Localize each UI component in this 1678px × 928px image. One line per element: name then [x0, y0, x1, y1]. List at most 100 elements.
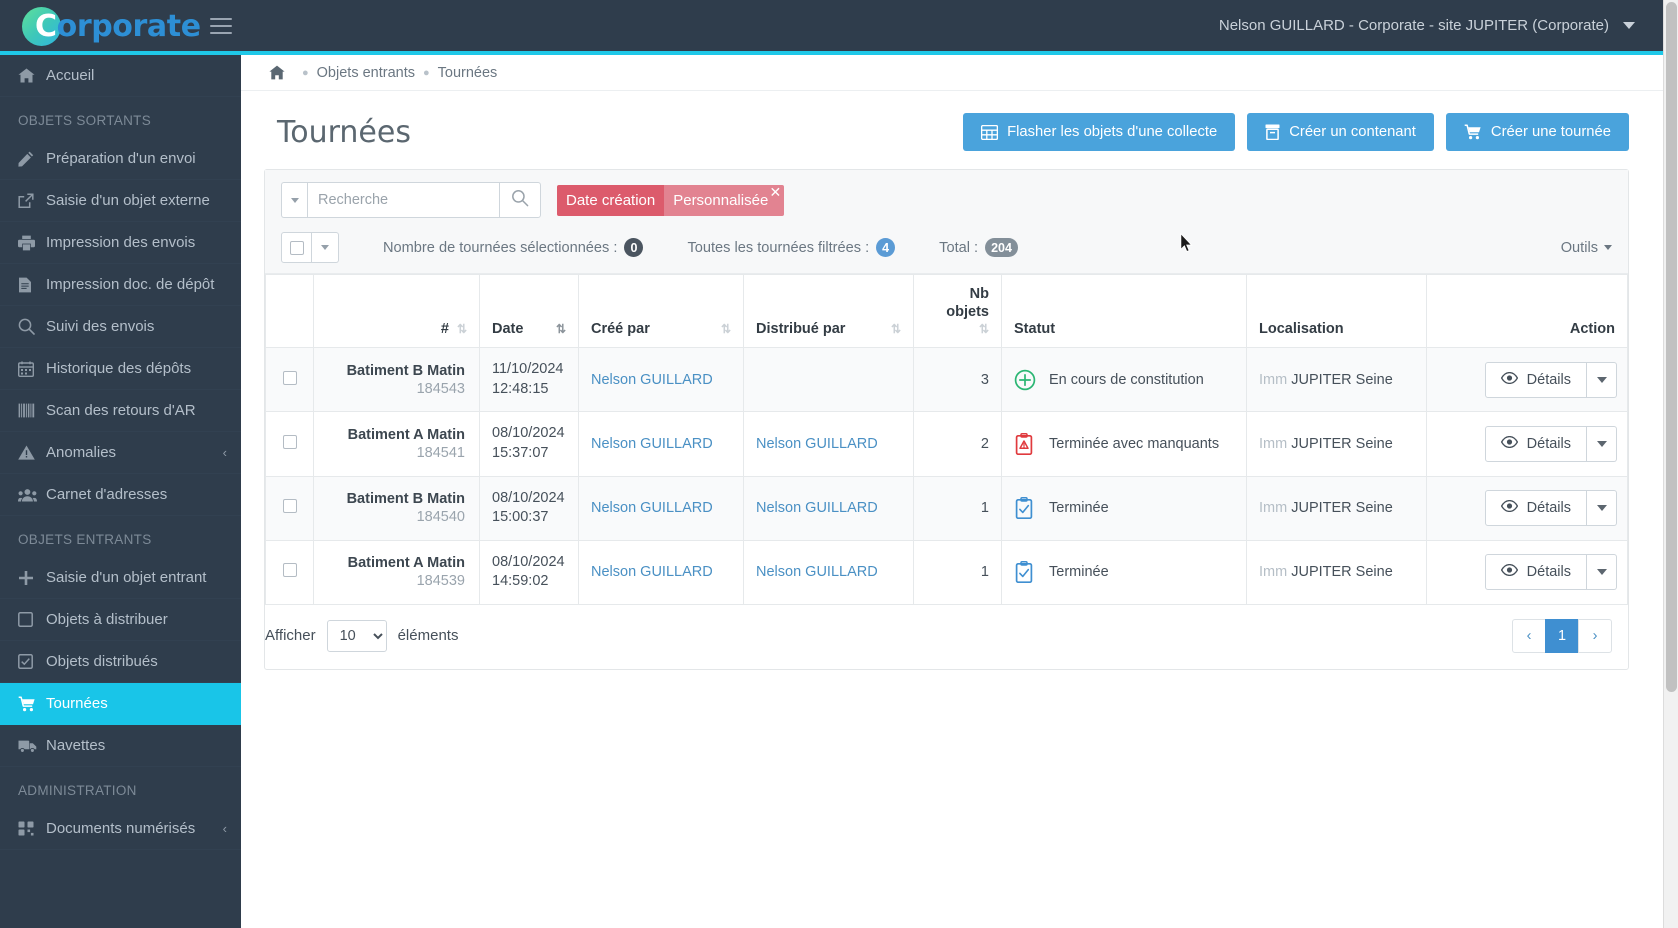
- sidebar-item-carnet-d-adresses[interactable]: Carnet d'adresses: [0, 474, 241, 516]
- sidebar-item-anomalies[interactable]: Anomalies ‹: [0, 432, 241, 474]
- sidebar-item-label: Documents numérisés: [46, 820, 196, 837]
- chevron-left-icon[interactable]: ‹: [223, 445, 227, 460]
- create-tournee-button[interactable]: Créer une tournée: [1445, 113, 1629, 151]
- hamburger-icon[interactable]: [210, 17, 232, 34]
- row-distribue-par-link[interactable]: Nelson GUILLARD: [756, 500, 878, 516]
- details-dropdown-button[interactable]: [1587, 490, 1617, 527]
- row-action-cell: Détails: [1426, 411, 1628, 477]
- pagination-page-1[interactable]: 1: [1545, 618, 1579, 653]
- page-scrollbar[interactable]: [1663, 0, 1678, 928]
- user-account-label[interactable]: Nelson GUILLARD - Corporate - site JUPIT…: [1219, 17, 1609, 34]
- row-checkbox[interactable]: [282, 434, 297, 449]
- row-cree-par-link[interactable]: Nelson GUILLARD: [591, 564, 713, 580]
- sidebar-item-objets-distribuer[interactable]: Objets à distribuer: [0, 599, 241, 641]
- cart-icon: [18, 695, 42, 712]
- col-date-label: Date: [492, 321, 524, 338]
- sort-num-icon[interactable]: ⇅: [457, 323, 467, 335]
- row-statut-label: Terminée: [1049, 500, 1109, 517]
- sidebar-item-impression-doc-de-d-p-t[interactable]: Impression doc. de dépôt: [0, 264, 241, 306]
- sidebar-item-pr-paration-d-un-envoi[interactable]: Préparation d'un envoi: [0, 138, 241, 180]
- sort-nb-objets-icon[interactable]: ⇅: [979, 323, 989, 335]
- sidebar-item-saisie-d-un-objet-entrant[interactable]: Saisie d'un objet entrant: [0, 557, 241, 599]
- table-footer: Afficher 102550100 éléments ‹ 1 ›: [265, 605, 1628, 669]
- details-button[interactable]: Détails: [1484, 361, 1587, 398]
- row-distribue-par-link[interactable]: Nelson GUILLARD: [756, 564, 878, 580]
- search-button[interactable]: [499, 182, 541, 218]
- create-container-button[interactable]: Créer un contenant: [1247, 113, 1434, 151]
- panel-toolbar: Date création Personnalisée ✕: [265, 170, 1628, 274]
- row-cree-par-link[interactable]: Nelson GUILLARD: [591, 500, 713, 516]
- sidebar-item-saisie-d-un-objet-externe[interactable]: Saisie d'un objet externe: [0, 180, 241, 222]
- chevron-left-icon[interactable]: ‹: [223, 821, 227, 836]
- filter-tag-key: Date création: [557, 184, 665, 216]
- select-all-checkbox[interactable]: [281, 232, 312, 263]
- table-row[interactable]: Batiment A Matin 184539 08/10/2024 14:59:02…: [265, 539, 1628, 605]
- select-all-dropdown[interactable]: [312, 232, 339, 263]
- sort-cree-par-icon[interactable]: ⇅: [721, 323, 731, 335]
- pagination-prev[interactable]: ‹: [1512, 618, 1546, 653]
- row-statut-cell: En cours de constitution: [1001, 347, 1247, 413]
- row-checkbox[interactable]: [282, 563, 297, 578]
- col-nb-objets-label: Nb objets: [946, 286, 989, 321]
- search-input[interactable]: [307, 182, 499, 218]
- row-checkbox-cell: [265, 347, 314, 413]
- active-filter-tag[interactable]: Date création Personnalisée ✕: [557, 184, 785, 216]
- page-size-select[interactable]: 102550100: [326, 619, 387, 652]
- breadcrumb-item-1[interactable]: Tournées: [438, 65, 498, 81]
- home-icon[interactable]: [269, 65, 285, 80]
- row-distribue-par-cell: Nelson GUILLARD: [743, 539, 914, 605]
- details-dropdown-button[interactable]: [1587, 361, 1617, 398]
- sidebar-item-label: Navettes: [46, 737, 106, 754]
- sidebar-item-scan-des-retours-d-ar[interactable]: Scan des retours d'AR: [0, 390, 241, 432]
- details-dropdown-button[interactable]: [1587, 554, 1617, 591]
- sidebar-item-suivi-des-envois[interactable]: Suivi des envois: [0, 306, 241, 348]
- scrollbar-thumb[interactable]: [1666, 2, 1677, 692]
- details-button-label: Détails: [1526, 500, 1571, 517]
- table-row[interactable]: Batiment B Matin 184540 08/10/2024 15:00:37…: [265, 475, 1628, 541]
- sidebar-item-documents-num-ris-s[interactable]: Documents numérisés ‹: [0, 808, 241, 850]
- page-header-actions: Flasher les objets d'une collecte Créer …: [963, 113, 1629, 151]
- row-date-cell: 11/10/2024 12:48:15: [479, 347, 579, 413]
- flash-collecte-button[interactable]: Flasher les objets d'une collecte: [963, 113, 1236, 151]
- sidebar-item-objets-distribu-s[interactable]: Objets distribués: [0, 641, 241, 683]
- row-distribue-par-link[interactable]: Nelson GUILLARD: [756, 436, 878, 452]
- row-name: Batiment B Matin: [346, 491, 465, 508]
- details-dropdown-button[interactable]: [1587, 425, 1617, 462]
- sidebar-item-navettes[interactable]: Navettes: [0, 725, 241, 767]
- sidebar-item-label: Saisie d'un objet externe: [46, 192, 210, 209]
- corporate-logo[interactable]: Corporate: [22, 4, 201, 48]
- chevron-down-icon[interactable]: [1623, 22, 1635, 29]
- col-num-label: #: [440, 321, 449, 338]
- row-checkbox[interactable]: [282, 499, 297, 514]
- table-row[interactable]: Batiment A Matin 184541 08/10/2024 15:37:07…: [265, 411, 1628, 477]
- sidebar-item-historique-des-d-p-ts[interactable]: Historique des dépôts: [0, 348, 241, 390]
- close-icon[interactable]: ✕: [770, 185, 782, 199]
- row-cree-par-link[interactable]: Nelson GUILLARD: [591, 436, 713, 452]
- row-cree-par-link[interactable]: Nelson GUILLARD: [591, 372, 713, 388]
- row-time: 15:37:07: [492, 444, 549, 461]
- sort-distribue-par-icon[interactable]: ⇅: [891, 323, 901, 335]
- details-button[interactable]: Détails: [1484, 554, 1587, 591]
- clipboard-check-icon: [1014, 497, 1036, 520]
- row-statut-label: Terminée avec manquants: [1049, 435, 1220, 452]
- sidebar-item-impression-des-envois[interactable]: Impression des envois: [0, 222, 241, 264]
- square-icon: [18, 612, 42, 627]
- pagination-next[interactable]: ›: [1578, 618, 1612, 653]
- sidebar-item-accueil[interactable]: Accueil: [0, 55, 241, 97]
- table-row[interactable]: Batiment B Matin 184543 11/10/2024 12:48:15…: [265, 347, 1628, 413]
- col-localisation-label: Localisation: [1259, 321, 1344, 338]
- sidebar-item-tourn-es[interactable]: Tournées: [0, 683, 241, 725]
- row-checkbox[interactable]: [282, 370, 297, 385]
- breadcrumb-sep-1: ●: [302, 66, 309, 79]
- breadcrumb-item-0[interactable]: Objets entrants: [317, 65, 415, 81]
- row-name-cell: Batiment B Matin 184540: [313, 475, 480, 541]
- eye-icon: [1500, 435, 1518, 452]
- tools-dropdown[interactable]: Outils: [1561, 240, 1612, 256]
- sort-date-icon[interactable]: ⇅: [556, 323, 566, 335]
- row-nb-objets-cell: 3: [913, 347, 1002, 413]
- details-button[interactable]: Détails: [1484, 425, 1587, 462]
- row-checkbox-cell: [265, 411, 314, 477]
- search-scope-dropdown[interactable]: [281, 182, 307, 218]
- details-button[interactable]: Détails: [1484, 490, 1587, 527]
- logo-text-rest: orporate: [56, 8, 201, 44]
